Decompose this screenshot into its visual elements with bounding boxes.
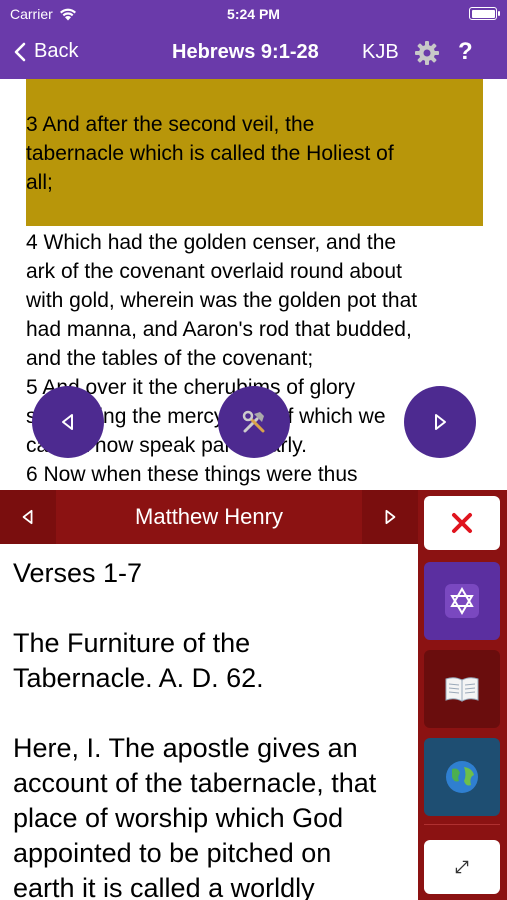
tools-button[interactable]: [218, 386, 290, 458]
nav-bar: Back Hebrews 9:1-28 KJB ?: [0, 30, 507, 76]
verse-highlighted[interactable]: 3 And after the second veil, the taberna…: [26, 79, 483, 226]
close-button[interactable]: [424, 496, 500, 550]
commentary-text[interactable]: Verses 1-7 The Furniture of the Tabernac…: [0, 544, 418, 900]
page-title[interactable]: Hebrews 9:1-28: [172, 41, 319, 64]
status-time: 5:24 PM: [227, 6, 280, 22]
star-of-david-button[interactable]: [424, 562, 500, 640]
commentary-title[interactable]: Matthew Henry: [56, 504, 362, 530]
triangle-right-icon: [435, 414, 446, 430]
commentary-next-button[interactable]: [362, 490, 418, 544]
verse[interactable]: 6 Now when these things were thus ordain…: [0, 460, 507, 490]
battery-icon: [469, 7, 500, 20]
triangle-left-icon: [22, 509, 33, 525]
expand-button[interactable]: [424, 840, 500, 894]
verse[interactable]: 4 Which had the golden censer, and the a…: [0, 226, 507, 373]
back-label: Back: [34, 40, 79, 62]
version-button[interactable]: KJB: [362, 41, 399, 64]
triangle-right-icon: [385, 509, 396, 525]
triangle-left-icon: [62, 414, 73, 430]
open-book-icon: [445, 677, 479, 702]
commentary-paragraph: Here, I. The apostle gives an account of…: [13, 733, 377, 900]
star-of-david-icon: [445, 584, 479, 618]
expand-arrows-icon: [455, 860, 469, 874]
hammer-wrench-icon: [242, 410, 265, 433]
globe-button[interactable]: [424, 738, 500, 816]
verse-text: 3 And after the second veil, the taberna…: [26, 113, 394, 194]
chevron-left-icon: [14, 42, 26, 61]
close-x-icon: [452, 513, 472, 533]
status-bar: Carrier 5:24 PM: [0, 0, 507, 28]
commentary-paragraph: The Furniture of the Tabernacle. A. D. 6…: [13, 628, 264, 693]
commentary-panel: Matthew Henry Verses 1-7 The Furniture o…: [0, 490, 507, 900]
help-button[interactable]: ?: [458, 38, 473, 66]
back-button[interactable]: Back: [14, 40, 78, 63]
commentary-paragraph: Verses 1-7: [13, 558, 143, 588]
commentary-header: Matthew Henry: [0, 490, 418, 544]
commentary-prev-button[interactable]: [0, 490, 56, 544]
gear-icon[interactable]: [414, 40, 440, 66]
top-bar: Carrier 5:24 PM Back Hebrews 9:1-28 KJB: [0, 0, 507, 79]
globe-icon: [446, 761, 478, 793]
prev-verse-button[interactable]: [32, 386, 104, 458]
next-verse-button[interactable]: [404, 386, 476, 458]
commentary-sidebar: [418, 490, 507, 900]
divider: [424, 824, 500, 825]
book-button[interactable]: [424, 650, 500, 728]
